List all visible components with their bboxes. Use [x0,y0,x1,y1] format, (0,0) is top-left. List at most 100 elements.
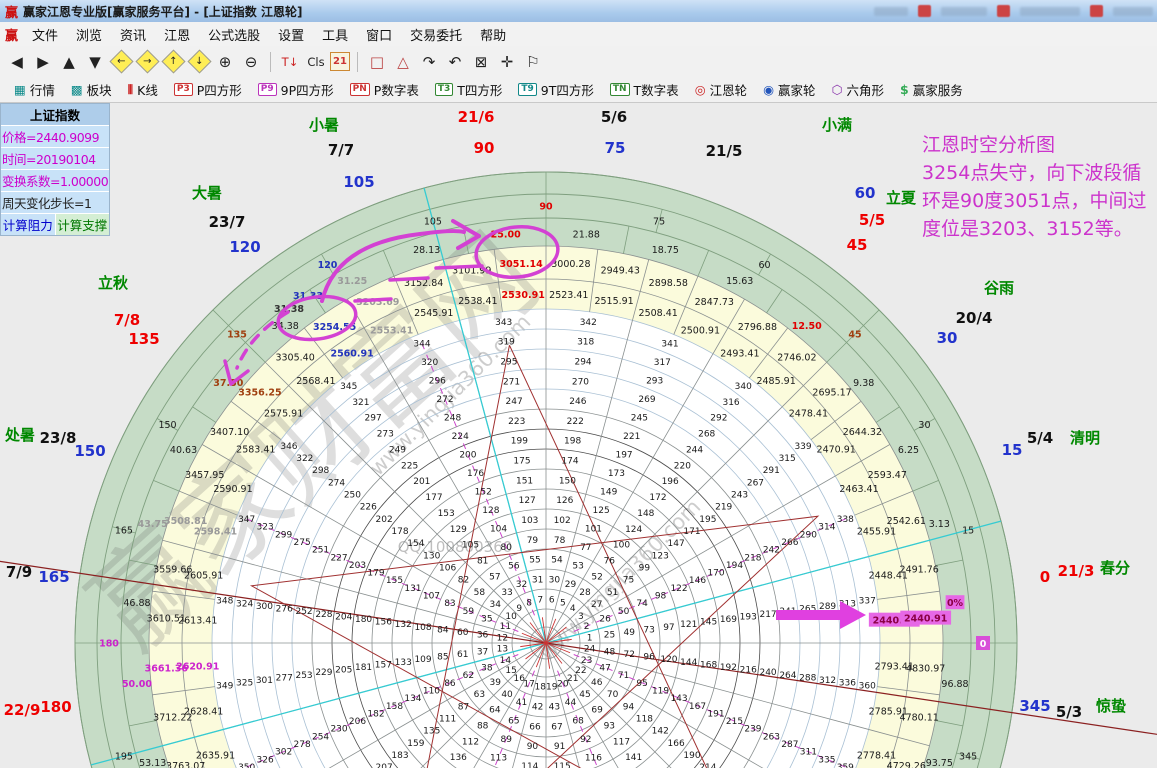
menu-4[interactable]: 公式选股 [199,23,269,46]
gann-wheel-chart[interactable]: 赢家财富网www.yingjia360.comwww.yingjia360.co… [0,0,1157,768]
wheel-number: 216 [740,666,757,676]
pan-up-button[interactable]: ↑ [161,50,185,74]
wheel-number: 270 [572,377,589,387]
wheel-number: 88 [477,722,489,732]
degree-value: 105 [424,216,442,227]
wheel-number: 224 [452,432,469,442]
p-table-button[interactable]: PNP数字表 [342,78,427,101]
menu-items: 文件浏览资讯江恩公式选股设置工具窗口交易委托帮助 [23,23,515,46]
wheel-number: 344 [413,340,430,350]
wheel-number: 61 [457,650,468,660]
wheel-number: 132 [395,620,412,630]
wheel-number: 67 [551,722,562,732]
menu-5[interactable]: 设置 [269,23,313,46]
triangle-tool-button[interactable]: △ [391,50,415,74]
crosshair-button[interactable]: ✛ [495,50,519,74]
menu-bar: 赢 文件浏览资讯江恩公式选股设置工具窗口交易委托帮助 [0,22,1157,47]
quote-button[interactable]: ▦行情 [6,78,63,101]
annotation-line: 3254点失守，向下波段循 [922,159,1157,187]
wheel-number: 102 [554,516,571,526]
9p-square-button-icon: P9 [258,83,277,96]
quote-button-label: 行情 [30,80,55,99]
p-square-button-icon: P3 [174,83,193,96]
rotate-ccw-button[interactable]: ↶ [443,50,467,74]
wheel-number: 170 [707,569,724,579]
kline-button[interactable]: ⦀K线 [120,78,166,101]
blurred-text [1113,7,1153,16]
cls-button[interactable]: Cls [304,50,328,74]
clear-tool-button[interactable]: ⚐ [521,50,545,74]
wheel-number: 118 [636,714,653,724]
menu-0[interactable]: 文件 [23,23,67,46]
wheel-number: 150 [559,476,576,486]
9t-square-button[interactable]: T99T四方形 [510,78,602,101]
wheel-number: 32 [516,580,527,590]
solar-term-label: 21/3 [1058,562,1095,580]
t-down-button[interactable]: T↓ [278,50,302,74]
menu-7[interactable]: 窗口 [357,23,401,46]
calc-resistance-button[interactable]: 计算阻力 [1,214,56,235]
wheel-number: 47 [599,663,610,673]
gann-wheel-button[interactable]: ◎江恩轮 [687,78,755,101]
wheel-number: 133 [395,658,412,668]
wheel-number: 56 [508,561,520,571]
wheel-number: 225 [401,461,418,471]
back-arrow-button[interactable]: ◀ [5,50,29,74]
winner-wheel-button[interactable]: ◉赢家轮 [755,78,823,101]
hexagon-button[interactable]: ⬡六角形 [824,78,892,101]
wheel-number: 288 [799,673,816,683]
p-square-button[interactable]: P3P四方形 [166,78,250,101]
forward-arrow-button[interactable]: ▶ [31,50,55,74]
square-tool-button[interactable]: □ [365,50,389,74]
menu-3[interactable]: 江恩 [155,23,199,46]
wheel-number: 86 [444,679,456,689]
up-arrow-button[interactable]: ▲ [57,50,81,74]
wheel-number: 147 [668,539,685,549]
box-select-button[interactable]: ⊠ [469,50,493,74]
wheel-number: 174 [561,457,578,467]
zoom-out-button[interactable]: ⊖ [239,50,263,74]
percent-value: 40.63 [170,445,197,456]
wheel-number: 299 [275,530,292,540]
sector-button[interactable]: ▩板块 [63,78,120,101]
solar-term-label: 春分 [1100,559,1130,577]
degree-value: 180 [99,639,119,650]
pan-down-button[interactable]: ↓ [187,50,211,74]
t-square-button-label: T四方形 [457,80,502,99]
t-table-button[interactable]: TNT数字表 [602,78,687,101]
menu-2[interactable]: 资讯 [111,23,155,46]
price-outer-value: 2898.58 [649,278,688,289]
pan-right-button[interactable]: → [135,50,159,74]
menu-6[interactable]: 工具 [313,23,357,46]
price-outer-value: 2644.32 [843,427,882,438]
wheel-number: 271 [503,377,520,387]
solar-term-label: 7/9 [6,563,32,581]
kline-button-label: K线 [137,80,158,99]
rotate-cw-button[interactable]: ↷ [417,50,441,74]
pan-left-button[interactable]: ← [109,50,133,74]
winner-service-button[interactable]: $赢家服务 [892,78,971,101]
wheel-number: 207 [376,763,393,768]
wheel-number: 269 [638,395,655,405]
price-outer-value: 3457.95 [185,470,224,481]
menu-8[interactable]: 交易委托 [401,23,471,46]
down-arrow-button[interactable]: ▼ [83,50,107,74]
degree-value: 195 [115,752,133,763]
menu-9[interactable]: 帮助 [471,23,515,46]
wheel-number: 226 [360,503,377,513]
calc-support-button[interactable]: 计算支撑 [56,214,110,235]
zoom-in-button[interactable]: ⊕ [213,50,237,74]
wheel-number: 129 [450,525,467,535]
wheel-number: 222 [567,417,584,427]
solar-term-label: 5/4 [1027,429,1053,447]
wheel-number: 217 [759,610,776,620]
9t-square-button-icon: T9 [518,83,536,96]
t-square-button[interactable]: T3T四方形 [427,78,511,101]
9p-square-button[interactable]: P99P四方形 [250,78,342,101]
calendar-button[interactable]: 21 [330,52,350,71]
wheel-number: 157 [375,660,392,670]
wheel-number: 223 [508,417,525,427]
menu-1[interactable]: 浏览 [67,23,111,46]
wheel-number: 175 [513,457,530,467]
wheel-number: 298 [312,466,329,476]
